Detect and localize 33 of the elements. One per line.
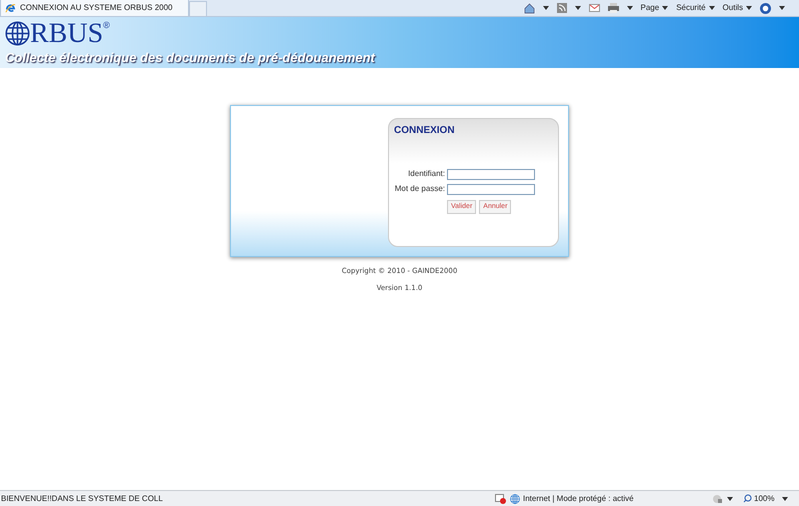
- mail-icon[interactable]: [588, 4, 600, 12]
- caret-icon: [727, 496, 733, 500]
- zone-text: Internet | Mode protégé : activé: [523, 492, 635, 504]
- browser-tab[interactable]: CONNEXION AU SYSTEME ORBUS 2000: [0, 0, 189, 16]
- home-icon[interactable]: [524, 2, 534, 14]
- input-field[interactable]: [447, 184, 535, 194]
- toolbar-menu[interactable]: Sécurité: [676, 2, 715, 14]
- browser-logo-icon: [5, 2, 16, 14]
- login-title: CONNEXION: [393, 124, 456, 138]
- caret-icon: [779, 6, 785, 10]
- tagline: Collecte électronique des documents de pré-dédouanement: [5, 50, 376, 65]
- feed-icon[interactable]: [556, 3, 566, 13]
- magnifier-icon: [743, 494, 752, 503]
- logo-text: RBUS: [30, 21, 104, 47]
- registered-mark: ®: [103, 21, 110, 30]
- field-label: Mot de passe:: [394, 183, 445, 195]
- caret-icon: [542, 6, 548, 10]
- caret-icon: [708, 6, 715, 10]
- toolbar-menu[interactable]: Page: [640, 2, 668, 14]
- field-label: Identifiant:: [407, 168, 445, 180]
- input-field[interactable]: [447, 168, 535, 180]
- caret-icon: [746, 6, 752, 10]
- caret-icon: [574, 6, 580, 10]
- toolbar-menu[interactable]: Outils: [722, 2, 752, 14]
- blocked-icon[interactable]: [495, 494, 506, 504]
- status-message: BIENVENUE!!DANS LE SYSTEME DE COLL: [0, 492, 164, 504]
- caret-icon: [662, 6, 668, 10]
- caret-icon: [626, 6, 632, 10]
- caret-icon: [782, 496, 788, 500]
- zoom-button[interactable]: 100%: [743, 492, 774, 504]
- globe-logo-icon: [5, 21, 30, 46]
- printer-icon[interactable]: [608, 3, 618, 13]
- globe-icon: [510, 494, 520, 504]
